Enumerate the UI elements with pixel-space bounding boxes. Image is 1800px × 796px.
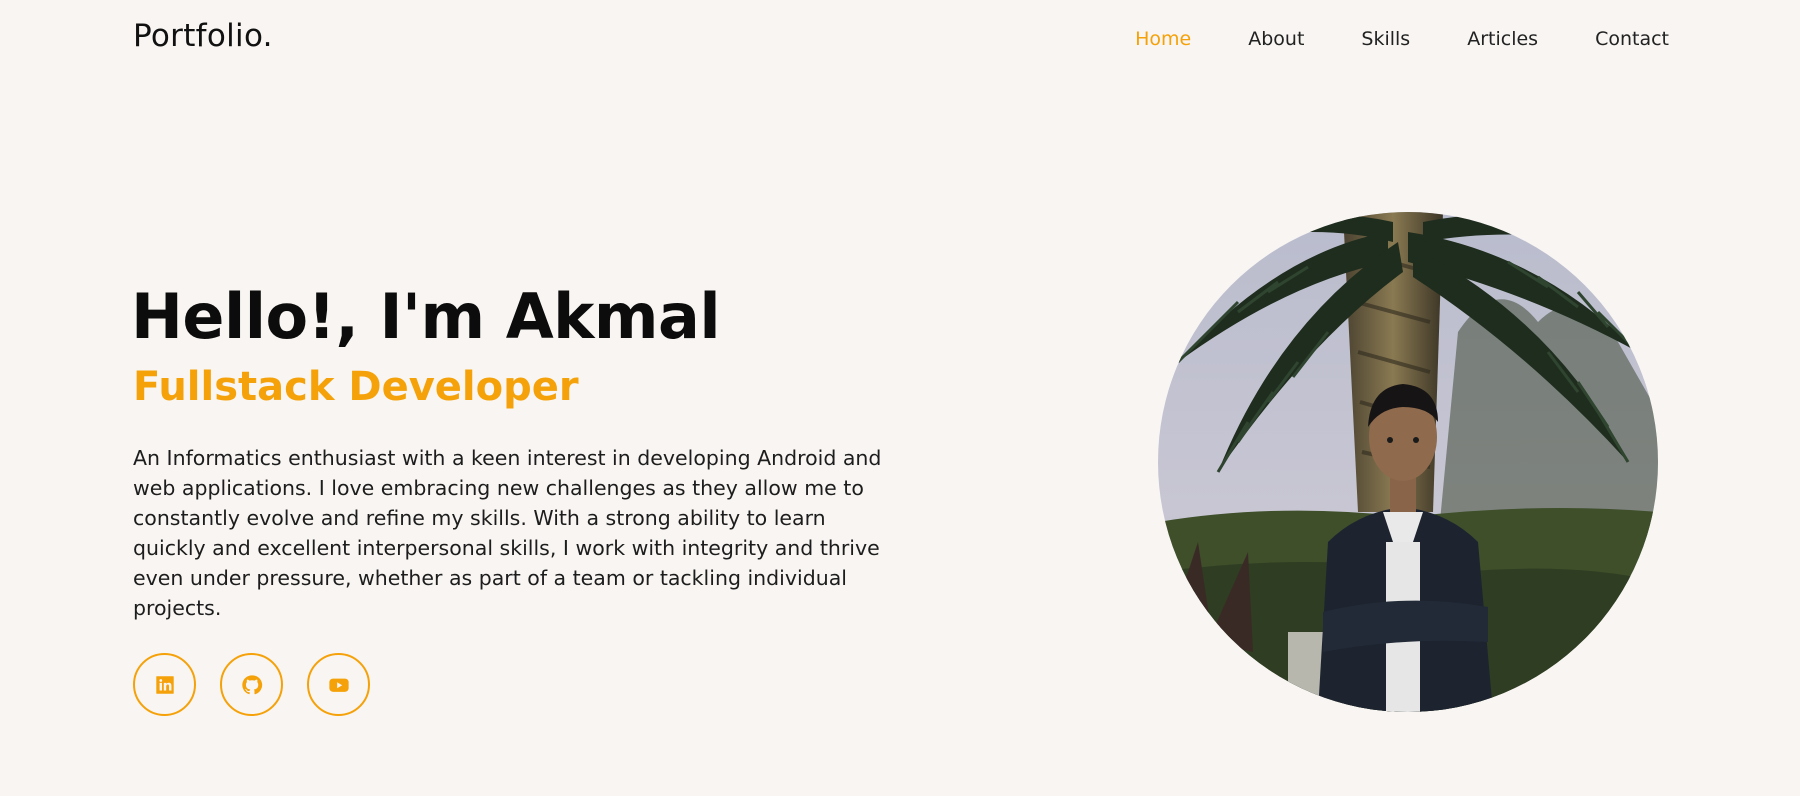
youtube-icon <box>328 674 350 696</box>
github-icon <box>241 674 263 696</box>
nav-home[interactable]: Home <box>1135 28 1191 50</box>
profile-photo <box>1158 212 1658 712</box>
profile-photo-image <box>1158 212 1658 712</box>
nav-contact[interactable]: Contact <box>1595 28 1669 50</box>
nav-articles[interactable]: Articles <box>1467 28 1538 50</box>
hero-title: Hello!, I'm Akmal <box>131 280 721 353</box>
nav-about[interactable]: About <box>1248 28 1304 50</box>
linkedin-button[interactable] <box>133 653 196 716</box>
site-logo[interactable]: Portfolio. <box>133 18 273 54</box>
youtube-button[interactable] <box>307 653 370 716</box>
nav-skills[interactable]: Skills <box>1361 28 1410 50</box>
github-button[interactable] <box>220 653 283 716</box>
hero-subtitle: Fullstack Developer <box>133 364 579 410</box>
hero-description: An Informatics enthusiast with a keen in… <box>133 446 882 620</box>
main-nav: Home About Skills Articles Contact <box>1135 28 1669 50</box>
page: Portfolio. Home About Skills Articles Co… <box>0 0 1800 796</box>
social-links <box>133 653 394 716</box>
linkedin-icon <box>154 674 176 696</box>
